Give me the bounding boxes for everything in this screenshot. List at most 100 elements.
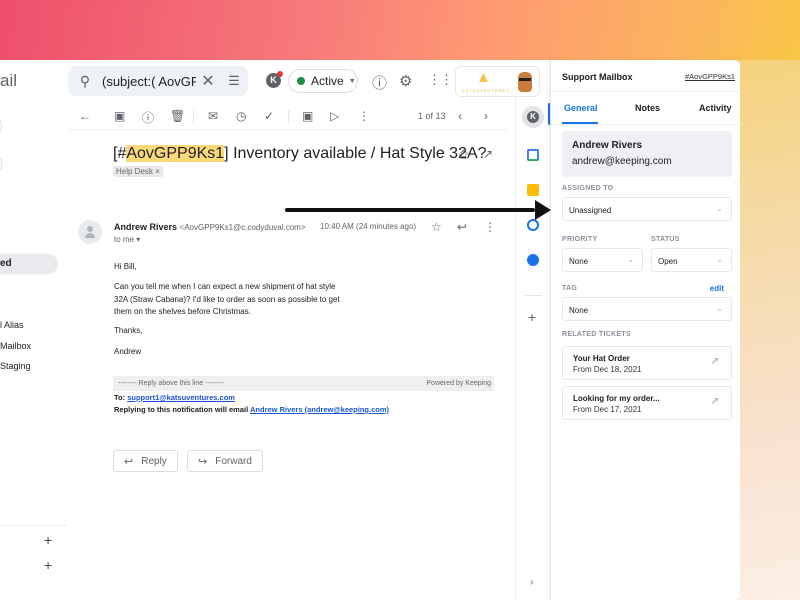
related-ticket[interactable]: Your Hat Order From Dec 18, 2021 ↗ — [562, 346, 732, 380]
next-message-icon[interactable]: › — [484, 109, 488, 123]
related-ticket-date: From Dec 18, 2021 — [573, 365, 642, 374]
reply-button-label: Reply — [141, 455, 167, 467]
subject-ticket-id: AovGPP9Ks1 — [126, 145, 225, 162]
sender-name: Andrew Rivers — [114, 222, 178, 232]
avatar[interactable] — [518, 72, 532, 92]
open-external-icon[interactable]: ↗ — [711, 396, 719, 407]
sender-address: <AovGPP9Ks1@c.codyduval.com> — [179, 223, 306, 232]
forward-button[interactable]: ↪ Forward — [187, 450, 263, 472]
open-external-icon[interactable]: ↗ — [711, 356, 719, 367]
notification-dot — [277, 71, 283, 77]
tab-activity[interactable]: Activity — [699, 103, 732, 113]
panel-title: Support Mailbox — [562, 72, 633, 82]
gear-icon[interactable]: ⚙ — [399, 72, 412, 90]
ticket-id-link[interactable]: #AovGPP9Ks1 — [685, 72, 735, 81]
chevron-down-icon: ⌄ — [716, 255, 723, 264]
reply-arrow-icon: ↩ — [124, 455, 134, 468]
tab-general[interactable]: General — [564, 103, 598, 113]
nav-item-active[interactable]: ed — [0, 254, 58, 274]
status-select[interactable]: Open ⌄ — [651, 248, 732, 272]
search-input[interactable]: (subject:( AovGPP — [102, 74, 196, 89]
status-value: Open — [658, 257, 678, 266]
expand-panel-icon[interactable]: › — [530, 577, 533, 588]
add-label-icon[interactable]: + — [44, 557, 52, 573]
chevron-down-icon: ⌄ — [716, 304, 723, 313]
contacts-icon[interactable] — [527, 254, 539, 266]
keeping-addon-icon[interactable] — [522, 106, 544, 128]
forward-button-label: Forward — [215, 455, 252, 467]
priority-label: PRIORITY — [562, 236, 598, 243]
nav-item-mailbox[interactable]: Mailbox — [0, 341, 31, 351]
account-switcher[interactable]: ▲ KATSUVENTURES — [455, 66, 540, 97]
nav-item-alias[interactable]: l Alias — [0, 320, 24, 330]
replying-label: Replying to this notification will email — [114, 405, 250, 414]
replying-contact-link[interactable]: Andrew Rivers (andrew@keeping.com) — [250, 405, 389, 414]
arrow-shaft — [285, 208, 535, 212]
nav-divider — [0, 525, 68, 526]
related-ticket-title: Looking for my order... — [573, 394, 660, 403]
get-addons-icon[interactable]: + — [528, 309, 536, 325]
delete-icon[interactable]: 🗑 — [170, 109, 185, 123]
assigned-to-select[interactable]: Unassigned ⌄ — [562, 197, 732, 221]
print-icon[interactable]: ⎙ — [459, 147, 469, 162]
keeping-panel: Support Mailbox #AovGPP9Ks1 General Note… — [550, 60, 741, 600]
help-icon[interactable]: ⓘ — [372, 72, 387, 93]
priority-value: None — [569, 257, 589, 266]
calendar-icon[interactable] — [527, 149, 539, 161]
label-chip-help-desk[interactable]: Help Desk × — [113, 166, 163, 177]
nav-item-label: ed — [0, 258, 12, 269]
reply-button[interactable]: ↩ Reply — [113, 450, 178, 472]
panel-header-divider — [551, 91, 741, 92]
keeping-icon[interactable]: K — [266, 71, 283, 88]
arrow-head-icon — [535, 200, 551, 220]
nav-item-staging[interactable]: Staging — [0, 361, 31, 371]
related-tickets-label: RELATED TICKETS — [562, 331, 631, 338]
prev-message-icon[interactable]: ‹ — [458, 109, 462, 123]
subject-text: ] Inventory available / Hat Style 32A? — [224, 145, 487, 162]
email-greeting: Hi Bill, — [114, 262, 137, 271]
mark-unread-icon[interactable]: ✉ — [208, 109, 218, 123]
clear-search-icon[interactable]: ✕ — [196, 71, 220, 91]
search-bar[interactable]: ⚲ (subject:( AovGPP ✕ ☰ — [68, 66, 248, 96]
email-paragraph: Can you tell me when I can expect a new … — [114, 282, 340, 316]
move-to-icon[interactable]: ▣ — [302, 109, 313, 123]
tasks-icon[interactable] — [527, 219, 539, 231]
powered-by-text: Powered by Keeping — [426, 380, 491, 387]
keep-icon[interactable] — [527, 184, 539, 196]
recipient-dropdown[interactable]: to me ▾ — [114, 235, 140, 244]
subject-prefix: [# — [113, 145, 127, 162]
forward-arrow-icon: ↪ — [198, 455, 208, 468]
tag-select[interactable]: None ⌄ — [562, 297, 732, 321]
to-label: To: — [114, 393, 128, 402]
back-arrow-icon[interactable]: ← — [79, 109, 91, 123]
search-icon[interactable]: ⚲ — [68, 73, 102, 90]
contact-email: andrew@keeping.com — [572, 156, 672, 167]
to-email-link[interactable]: support1@katsuventures.com — [127, 393, 235, 402]
add-icon[interactable]: + — [44, 532, 52, 548]
open-new-window-icon[interactable]: ↗ — [483, 147, 493, 161]
toolbar-divider — [193, 110, 194, 124]
gmail-brand: ail — [0, 71, 18, 90]
message-more-icon[interactable]: ⋮ — [484, 220, 496, 234]
label-icon[interactable]: ▷ — [330, 109, 339, 123]
reply-icon[interactable]: ↩ — [457, 220, 467, 234]
tag-edit-link[interactable]: edit — [710, 284, 724, 293]
more-options-icon[interactable]: ⋮ — [358, 109, 370, 123]
archive-icon[interactable]: ▣ — [114, 109, 125, 123]
tab-notes[interactable]: Notes — [635, 103, 660, 113]
status-dropdown[interactable]: Active ▼ — [288, 69, 358, 93]
chevron-down-icon: ⌄ — [627, 255, 634, 264]
priority-select[interactable]: None ⌄ — [562, 248, 643, 272]
caret-down-icon: ▼ — [348, 77, 356, 85]
related-ticket[interactable]: Looking for my order... From Dec 17, 202… — [562, 386, 732, 420]
addon-rail: + › — [515, 95, 551, 600]
star-icon[interactable]: ☆ — [431, 220, 442, 234]
search-options-icon[interactable]: ☰ — [220, 73, 248, 89]
status-label: STATUS — [651, 236, 680, 243]
snooze-clock-icon[interactable]: ◷ — [236, 109, 246, 123]
message-toolbar: ← ▣ ⓘ 🗑 ✉ ◷ ✓ ▣ ▷ ⋮ 1 of 13 ‹ › — [68, 104, 508, 130]
sender-info: Andrew Rivers <AovGPP9Ks1@c.codyduval.co… — [114, 222, 306, 232]
report-spam-icon[interactable]: ⓘ — [142, 109, 154, 126]
tabs-divider — [551, 124, 741, 125]
add-task-icon[interactable]: ✓ — [264, 109, 274, 123]
